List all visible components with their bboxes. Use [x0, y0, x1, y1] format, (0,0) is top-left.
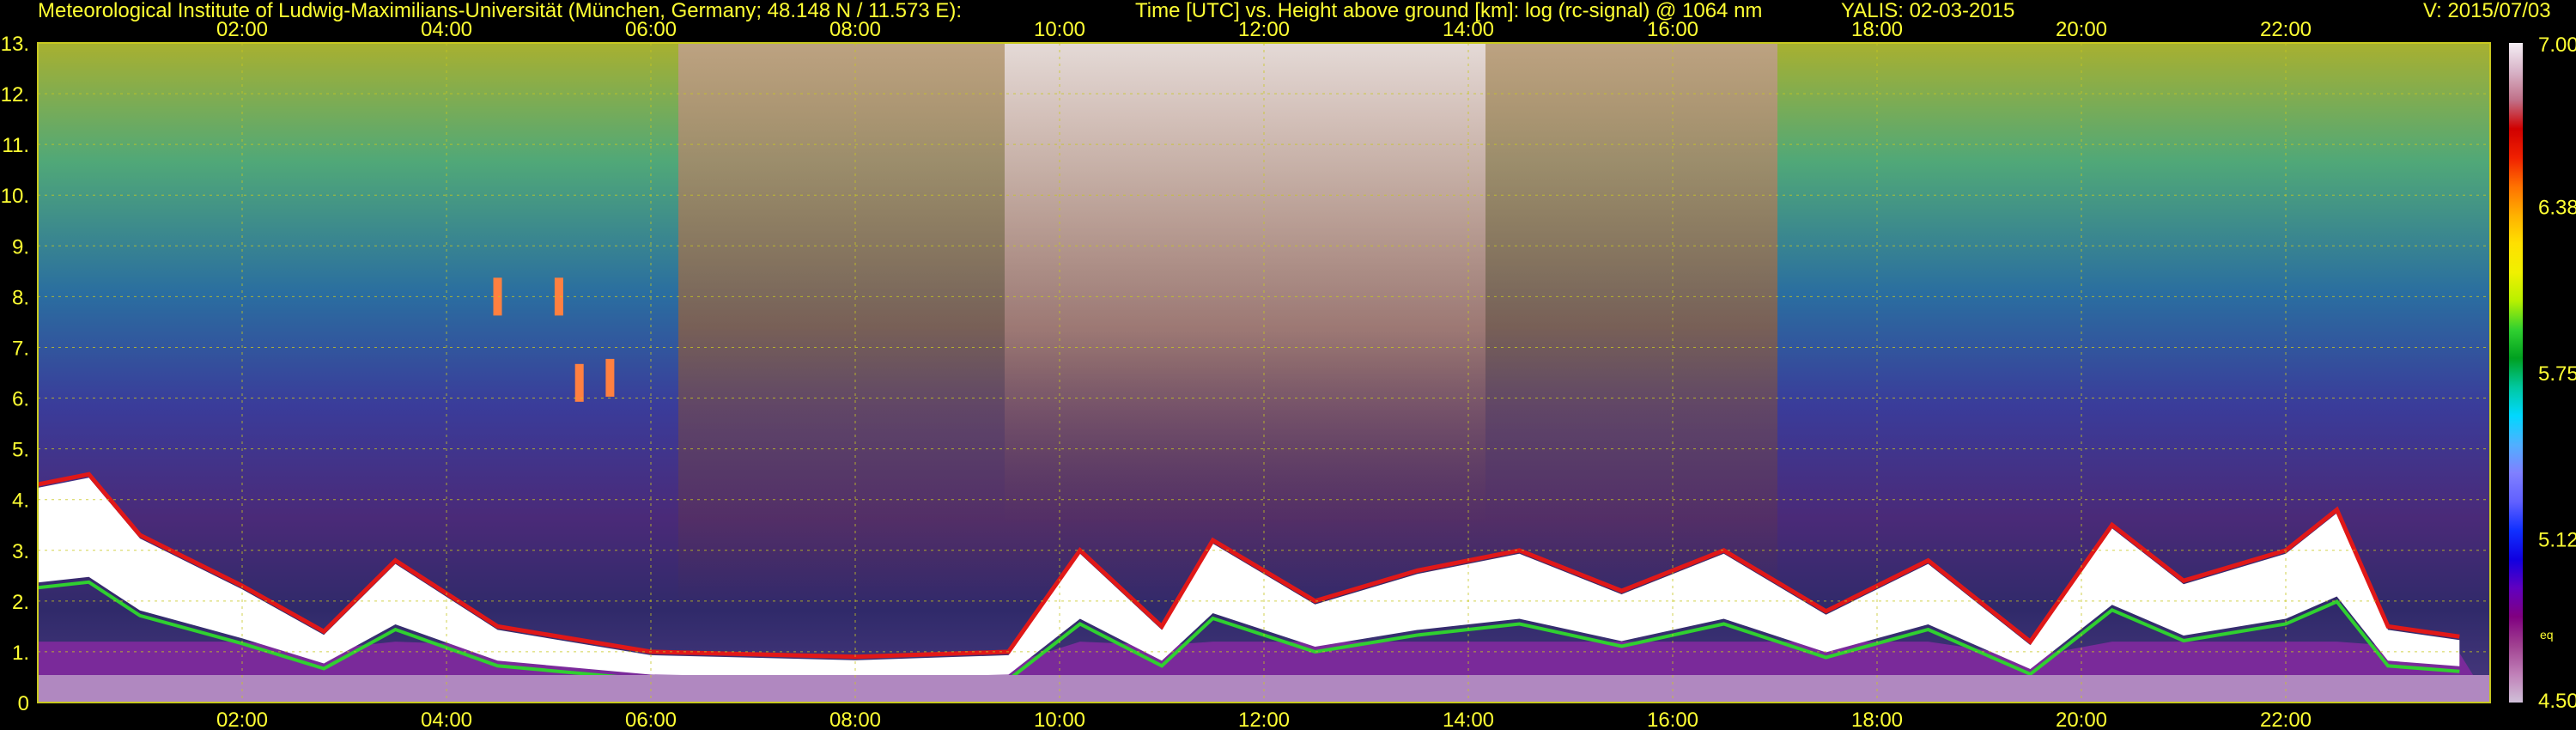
- y-tick-label-11: 11.: [2, 134, 29, 157]
- colorbar: 7.00 6.38 5.75 5.12 4.50 eq: [2509, 33, 2576, 713]
- colorbar-label-4: 4.50: [2538, 690, 2576, 713]
- colorbar-label-2: 5.75: [2538, 362, 2576, 386]
- y-tick-label-9: 9.: [12, 235, 29, 259]
- x-tick-label-bottom-4: 10:00: [1034, 709, 1085, 730]
- x-tick-label-top-8: 18:00: [1851, 18, 1903, 41]
- x-tick-label-bottom-2: 06:00: [625, 709, 677, 730]
- y-tick-label-6: 6.: [12, 388, 29, 411]
- y-tick-label-12: 12.: [1, 83, 29, 106]
- y-tick-label-10: 10.: [1, 185, 29, 208]
- x-tick-label-top-3: 08:00: [829, 18, 881, 41]
- y-axis-ticks: 0 1. 2. 3. 4. 5. 6. 7. 8. 9. 10. 11. 12. 13.: [1, 33, 29, 715]
- x-tick-label-top-4: 10:00: [1034, 18, 1085, 41]
- colorbar-eq-label: eq: [2540, 628, 2554, 642]
- x-tick-label-bottom-10: 22:00: [2260, 709, 2312, 730]
- x-tick-label-top-5: 12:00: [1238, 18, 1290, 41]
- x-tick-label-bottom-0: 02:00: [216, 709, 268, 730]
- x-tick-label-top-10: 22:00: [2260, 18, 2312, 41]
- x-tick-label-top-7: 16:00: [1647, 18, 1698, 41]
- colorbar-scale: [2509, 43, 2523, 703]
- x-tick-label-bottom-9: 20:00: [2056, 709, 2107, 730]
- y-tick-label-4: 4.: [12, 490, 29, 513]
- lidar-chart: 02:00 02:00 04:00 04:00 06:00 06:00 08:00 08:00…: [1, 18, 2576, 730]
- x-tick-label-top-0: 02:00: [216, 18, 268, 41]
- y-tick-label-8: 8.: [12, 286, 29, 309]
- x-tick-label-top-2: 06:00: [625, 18, 677, 41]
- noon-bright-band: [1005, 43, 1485, 524]
- y-tick-label-7: 7.: [12, 337, 29, 360]
- x-tick-label-bottom-1: 04:00: [421, 709, 472, 730]
- colorbar-label-0: 7.00: [2538, 33, 2576, 57]
- colorbar-label-3: 5.12: [2538, 529, 2576, 552]
- x-tick-label-top-6: 14:00: [1443, 18, 1494, 41]
- elevated-feature-3: [605, 358, 615, 397]
- y-tick-label-13: 13.: [1, 33, 29, 56]
- y-tick-label-5: 5.: [12, 439, 29, 462]
- colorbar-label-1: 6.38: [2538, 196, 2576, 219]
- x-tick-label-bottom-8: 18:00: [1851, 709, 1903, 730]
- x-tick-label-bottom-6: 14:00: [1443, 709, 1494, 730]
- x-tick-label-bottom-3: 08:00: [829, 709, 881, 730]
- x-tick-label-top-9: 20:00: [2056, 18, 2107, 41]
- x-tick-label-bottom-5: 12:00: [1238, 709, 1290, 730]
- y-tick-label-1: 1.: [12, 642, 29, 665]
- elevated-feature-2: [574, 363, 584, 402]
- x-tick-label-top-1: 04:00: [421, 18, 472, 41]
- y-tick-label-3: 3.: [12, 540, 29, 563]
- y-tick-label-2: 2.: [12, 591, 29, 614]
- x-tick-label-bottom-7: 16:00: [1647, 709, 1698, 730]
- y-tick-label-0: 0: [18, 692, 29, 715]
- plot-area: [38, 43, 2490, 703]
